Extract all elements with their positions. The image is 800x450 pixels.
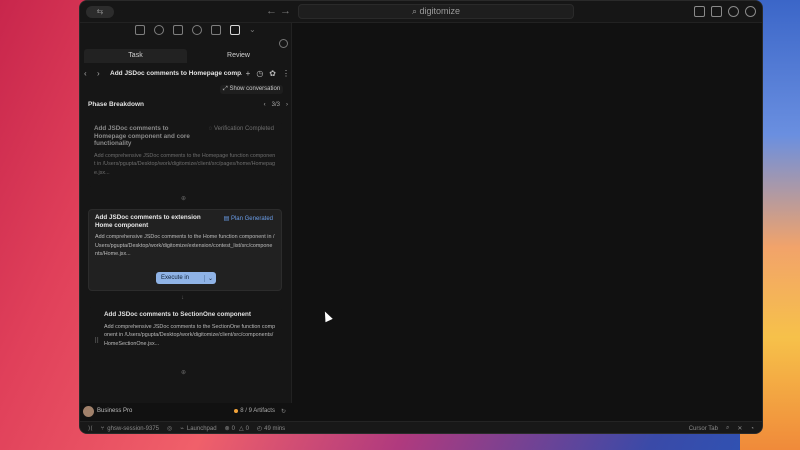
phase-card-desc: Add comprehensive JSDoc comments to the … (104, 323, 276, 347)
status-text: Plan Generated (230, 216, 273, 222)
title-bar: ⇆ ← → ⌕ digitomize (80, 1, 762, 23)
execute-button[interactable]: Execute in ⌄ (156, 272, 216, 284)
notifications-icon[interactable]: ◔ (750, 426, 754, 432)
phase-page: 3/3 (271, 101, 280, 108)
panel-toggle-icon[interactable] (711, 6, 722, 17)
gear-icon[interactable] (279, 39, 288, 48)
plan-label: Business Pro (97, 408, 133, 414)
show-conversation-label: Show conversation (229, 86, 281, 92)
status-text: Verification Completed (213, 126, 274, 132)
add-phase-icon[interactable]: ⊕ (181, 195, 186, 202)
warning-icon: △ (238, 426, 244, 432)
session-name[interactable]: ghsw-session-9375 (107, 426, 159, 432)
agent-icon[interactable] (230, 25, 240, 35)
phase-breakdown-header: Phase Breakdown ‹ 3/3 › (88, 101, 288, 108)
phase-card-desc: Add comprehensive JSDoc comments to the … (95, 234, 275, 258)
branch-icon: ⑂ (100, 425, 105, 432)
account-icon[interactable] (728, 6, 739, 17)
search-icon[interactable] (154, 25, 164, 35)
close-icon[interactable]: ✕ (737, 425, 742, 432)
phase-card-1[interactable]: Add JSDoc comments to Homepage component… (88, 121, 282, 187)
phase-card-title: Add JSDoc comments to SectionOne compone… (104, 311, 251, 318)
phase-card-title: Add JSDoc comments to Homepage component… (94, 125, 190, 148)
drag-handle-icon[interactable]: ⠿ (94, 337, 99, 345)
add-icon[interactable]: + (246, 69, 251, 78)
timer-icon: ◴ (256, 426, 263, 432)
app-window: ⇆ ← → ⌕ digitomize ⌄ Task Review ‹ › Add… (79, 0, 763, 434)
tab-task[interactable]: Task (84, 49, 187, 63)
status-badge: ◌ Verification Completed (208, 126, 274, 132)
launchpad-label[interactable]: Launchpad (187, 426, 217, 432)
next-arrow-icon[interactable]: › (97, 69, 110, 78)
artifacts-counter[interactable]: 8 / 9 Artifacts (234, 408, 275, 414)
phase-card-2[interactable]: Add JSDoc comments to extension Home com… (88, 209, 282, 291)
show-conversation-button[interactable]: ⤢ Show conversation (220, 85, 284, 94)
task-title: Add JSDoc comments to Homepage comp... (110, 69, 242, 77)
chevron-down-icon[interactable]: ⌄ (204, 274, 216, 282)
titlebar-icons (694, 6, 756, 17)
plan-bar: Business Pro 8 / 9 Artifacts ↻ (80, 403, 292, 419)
search-box[interactable]: ⌕ digitomize (298, 4, 574, 19)
avatar[interactable] (83, 405, 94, 417)
status-bar: ⟩⟨ ⑂ ghsw-session-9375 ◎ ⌁ Launchpad ⊗ 0… (80, 421, 762, 433)
status-badge: ▤ Plan Generated (223, 216, 273, 222)
tool-row: ⌄ (135, 25, 256, 35)
error-count[interactable]: 0 (232, 426, 235, 432)
sidebar-toggle-icon[interactable] (694, 6, 705, 17)
window-pill[interactable]: ⇆ (86, 6, 114, 18)
phase-pager: ‹ 3/3 › (264, 102, 288, 108)
session-time: 49 mins (264, 425, 286, 432)
broadcast-icon: ◎ (167, 426, 173, 432)
history-icon[interactable]: ◷ (256, 69, 263, 78)
brain-icon[interactable]: ✿ (269, 69, 276, 78)
extensions-icon[interactable] (211, 25, 221, 35)
task-header: ‹ › Add JSDoc comments to Homepage comp.… (84, 67, 290, 79)
artifacts-dot (234, 409, 239, 413)
launchpad-icon: ⌁ (180, 426, 184, 432)
chevron-down-icon[interactable]: ⌄ (249, 25, 256, 35)
artifacts-text: 8 / 9 Artifacts (240, 408, 275, 414)
search-text: digitomize (419, 6, 461, 16)
execute-label: Execute in (161, 275, 190, 281)
cursor-tab-label[interactable]: Cursor Tab (689, 426, 718, 432)
more-icon[interactable]: ⋮ (282, 69, 290, 78)
branch-icon[interactable] (173, 25, 183, 35)
agent-panel: ⌄ Task Review ‹ › Add JSDoc comments to … (80, 23, 292, 403)
task-review-tabs: Task Review (84, 49, 290, 63)
zoom-icon[interactable]: ⌕ (726, 425, 729, 432)
phase-card-3[interactable]: ⠿ Add JSDoc comments to SectionOne compo… (88, 307, 282, 363)
warning-count[interactable]: 0 (246, 426, 249, 432)
tab-review[interactable]: Review (187, 49, 290, 63)
prev-arrow-icon[interactable]: ‹ (84, 69, 97, 78)
phase-card-desc: Add comprehensive JSDoc comments to the … (94, 152, 276, 176)
add-phase-icon[interactable]: ⊕ (181, 369, 186, 376)
forward-arrow-icon[interactable]: → (280, 5, 291, 17)
header-icons: + ◷ ✿ ⋮ (246, 69, 290, 78)
error-icon: ⊗ (224, 426, 230, 432)
back-arrow-icon[interactable]: ← (266, 5, 277, 17)
settings-gear-icon[interactable] (745, 6, 756, 17)
remote-icon[interactable]: ⟩⟨ (88, 425, 93, 432)
phase-prev-icon[interactable]: ‹ (264, 102, 266, 108)
phase-card-title: Add JSDoc comments to extension Home com… (95, 214, 201, 229)
phase-next-icon[interactable]: › (286, 102, 288, 108)
copy-icon[interactable] (135, 25, 145, 35)
down-arrow-icon: ↓ (181, 295, 184, 301)
debug-icon[interactable] (192, 25, 202, 35)
phase-title: Phase Breakdown (88, 101, 144, 108)
refresh-icon[interactable]: ↻ (281, 408, 286, 415)
